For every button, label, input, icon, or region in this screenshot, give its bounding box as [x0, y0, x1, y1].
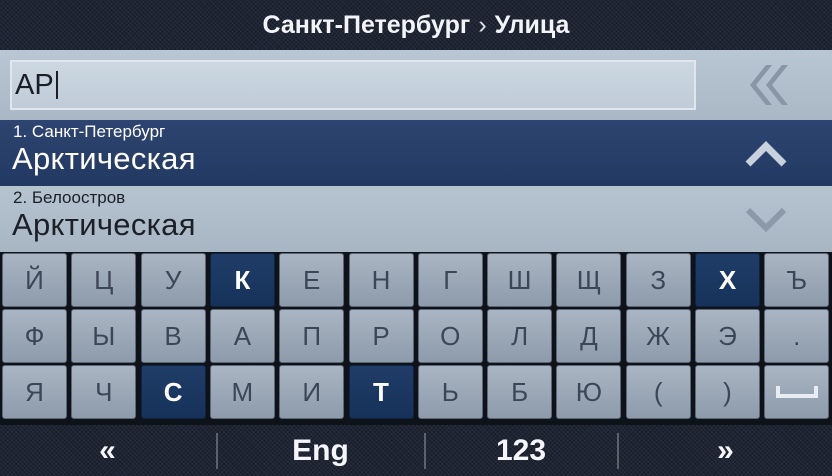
space-icon [775, 386, 818, 398]
key[interactable]: С [140, 365, 206, 419]
scroll-up-button[interactable] [742, 132, 790, 174]
key[interactable]: Н [348, 253, 414, 307]
key[interactable]: К [209, 253, 275, 307]
title-bar: Санкт-Петербург › Улица [0, 0, 832, 50]
double-chevron-left-icon [750, 65, 788, 105]
key[interactable]: З [625, 253, 691, 307]
key[interactable]: А [209, 309, 275, 363]
result-city: 2. Белоостров [13, 188, 126, 207]
result-street: Арктическая [12, 207, 196, 242]
key[interactable]: ) [695, 365, 760, 419]
result-street: Арктическая [12, 141, 196, 176]
key[interactable]: . [764, 309, 830, 363]
key[interactable]: Л [487, 309, 553, 363]
search-input[interactable]: АР [10, 60, 696, 110]
key[interactable]: Ю [556, 365, 622, 419]
key[interactable]: Щ [556, 253, 622, 307]
key[interactable]: Ф [2, 309, 67, 363]
key[interactable]: В [140, 309, 206, 363]
search-input-text: АР [15, 68, 54, 101]
key[interactable]: Ж [625, 309, 691, 363]
chevron-up-icon [745, 141, 787, 167]
key[interactable]: Ц [71, 253, 137, 307]
key[interactable]: Т [348, 365, 414, 419]
key[interactable]: М [209, 365, 275, 419]
title-location: Санкт-Петербург [262, 10, 471, 39]
key[interactable]: Ы [71, 309, 137, 363]
key[interactable]: Ъ [764, 253, 830, 307]
key[interactable]: Б [487, 365, 553, 419]
key[interactable]: Ч [71, 365, 137, 419]
key[interactable]: Д [556, 309, 622, 363]
back-button[interactable]: « [0, 425, 215, 476]
key[interactable]: ( [625, 365, 691, 419]
result-city: 1. Санкт-Петербург [13, 122, 166, 141]
backspace-button[interactable] [700, 50, 832, 120]
key[interactable]: Й [2, 253, 67, 307]
key[interactable]: Г [417, 253, 483, 307]
bottom-bar: « Eng 123 » [0, 425, 832, 476]
key[interactable]: Ш [487, 253, 553, 307]
input-row: АР [0, 50, 832, 120]
key[interactable]: Е [279, 253, 345, 307]
numbers-button[interactable]: 123 [426, 425, 616, 476]
text-cursor [55, 71, 58, 99]
onscreen-keyboard: Й Ц У К Е Н Г Ш Щ З Х Ъ Ф Ы В А П Р О Л Д Ж Э. Я Ч С М И Т Ь Б Ю() [0, 252, 832, 425]
result-item-2[interactable]: 2. Белоостров Арктическая [0, 186, 832, 252]
key[interactable]: Э [695, 309, 760, 363]
scroll-down-button[interactable] [742, 198, 790, 240]
chevron-down-icon [745, 207, 787, 233]
key[interactable]: П [279, 309, 345, 363]
language-button[interactable]: Eng [218, 425, 423, 476]
title-page: Улица [494, 10, 570, 39]
forward-button[interactable]: » [619, 425, 832, 476]
key[interactable]: Я [2, 365, 67, 419]
key[interactable]: Р [348, 309, 414, 363]
key[interactable]: И [279, 365, 345, 419]
result-item-1[interactable]: 1. Санкт-Петербург Арктическая [0, 120, 832, 186]
title-separator: › [478, 10, 487, 39]
key[interactable]: Ь [417, 365, 483, 419]
key[interactable]: У [140, 253, 206, 307]
key[interactable]: О [417, 309, 483, 363]
space-key[interactable] [764, 365, 830, 419]
key[interactable]: Х [695, 253, 760, 307]
